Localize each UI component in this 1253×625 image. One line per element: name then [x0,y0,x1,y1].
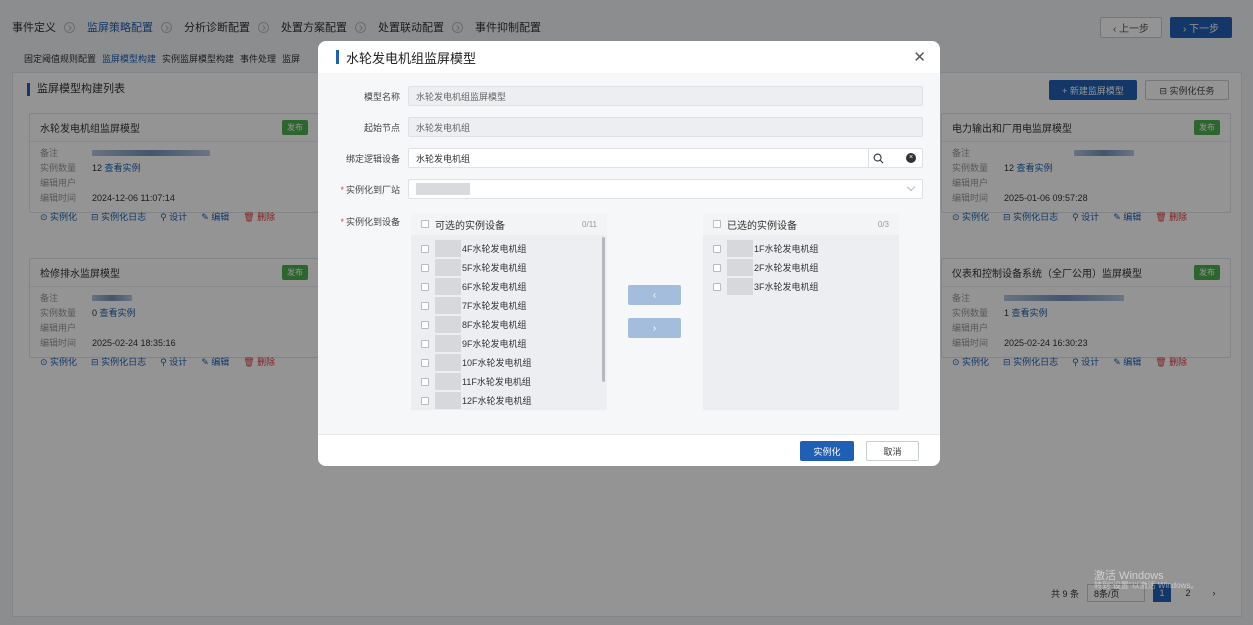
list-item[interactable]: 6F水轮发电机组 [411,277,607,296]
start-node-input: 水轮发电机组 [408,117,923,137]
list-item[interactable]: 9F水轮发电机组 [411,334,607,353]
list-item[interactable]: 3F水轮发电机组 [703,277,899,296]
title-accent [336,50,339,64]
model-name-input: 水轮发电机组监屏模型 [408,86,923,106]
start-node-label: 起始节点 [363,122,400,133]
item-checkbox[interactable] [421,339,429,348]
dialog-title: 水轮发电机组监屏模型 [346,50,477,66]
move-right-button[interactable]: › [628,318,681,338]
item-checkbox[interactable] [421,282,429,291]
available-devices-panel: 可选的实例设备 0/11 4F水轮发电机组 5F水轮发电机组 6F水轮发电机组 7… [411,213,607,410]
inst-device-label: 实例化到设备 [345,216,400,227]
station-label: 实例化到厂站 [345,184,400,195]
list-item[interactable]: 12F水轮发电机组 [411,391,607,410]
clear-icon[interactable]: × [906,153,916,163]
selected-devices-panel: 已选的实例设备 0/3 1F水轮发电机组 2F水轮发电机组 3F水轮发电机组 [703,213,899,410]
instantiate-dialog: 水轮发电机组监屏模型 ✕ 模型名称 水轮发电机组监屏模型 起始节点 水轮发电机组… [318,41,940,466]
item-checkbox[interactable] [713,263,721,272]
search-icon[interactable] [868,149,888,167]
item-checkbox[interactable] [421,301,429,310]
list-item[interactable]: 10F水轮发电机组 [411,353,607,372]
list-item[interactable]: 5F水轮发电机组 [411,258,607,277]
station-select[interactable] [408,179,923,199]
list-item[interactable]: 4F水轮发电机组 [411,239,607,258]
item-checkbox[interactable] [421,396,429,405]
select-all-checkbox[interactable] [713,220,721,228]
item-checkbox[interactable] [421,320,429,329]
model-name-label: 模型名称 [363,91,400,102]
close-icon[interactable]: ✕ [913,48,926,66]
item-checkbox[interactable] [421,377,429,386]
item-checkbox[interactable] [713,282,721,291]
windows-watermark-sub: 转到"设置"以激活 Windows。 [1094,581,1199,590]
select-all-checkbox[interactable] [421,220,429,228]
device-label: 绑定逻辑设备 [345,153,400,164]
list-item[interactable]: 1F水轮发电机组 [703,239,899,258]
item-checkbox[interactable] [713,244,721,253]
list-item[interactable]: 11F水轮发电机组 [411,372,607,391]
item-checkbox[interactable] [421,263,429,272]
item-checkbox[interactable] [421,244,429,253]
move-left-button[interactable]: ‹ [628,285,681,305]
chevron-down-icon [906,182,916,192]
list-item[interactable]: 7F水轮发电机组 [411,296,607,315]
instantiate-button[interactable]: 实例化 [800,441,854,461]
item-checkbox[interactable] [421,358,429,367]
scrollbar[interactable] [602,237,605,382]
list-item[interactable]: 2F水轮发电机组 [703,258,899,277]
redacted-value [416,183,470,195]
list-item[interactable]: 8F水轮发电机组 [411,315,607,334]
device-input[interactable]: 水轮发电机组 × [408,148,923,168]
cancel-button[interactable]: 取消 [866,441,919,461]
